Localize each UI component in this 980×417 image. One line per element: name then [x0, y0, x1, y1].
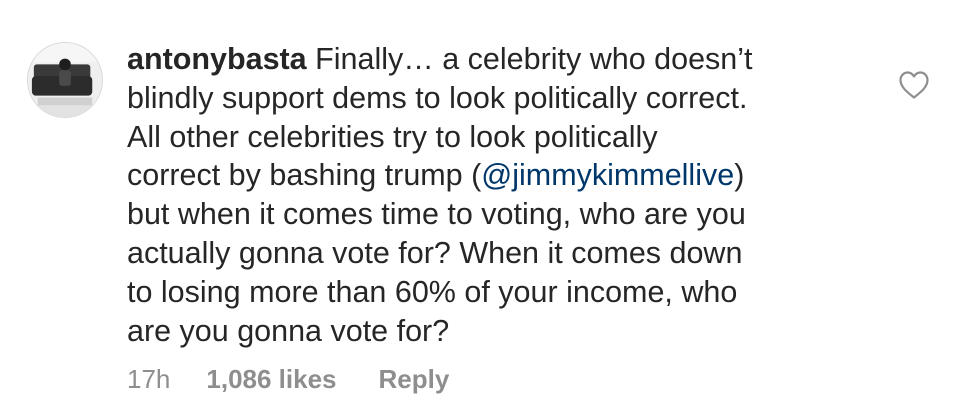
- reply-button[interactable]: Reply: [379, 362, 450, 396]
- comment: antonybasta Finally… a celebrity who doe…: [0, 0, 980, 417]
- avatar-photo: [28, 43, 102, 117]
- comment-text-segment: actually gonna vote for? When it comes d…: [127, 235, 743, 270]
- comment-line: antonybasta Finally… a celebrity who doe…: [127, 40, 857, 79]
- comment-text-segment: but when it comes time to voting, who ar…: [127, 197, 746, 232]
- comment-text-segment: blindly support dems to look politically…: [127, 80, 748, 115]
- comment-text-segment: Finally… a celebrity who doesn’t: [315, 42, 753, 76]
- comment-line: blindly support dems to look politically…: [127, 79, 857, 118]
- comment-line: to losing more than 60% of your income, …: [127, 273, 857, 312]
- comment-timestamp[interactable]: 17h: [127, 362, 170, 396]
- comment-line: but when it comes time to voting, who ar…: [127, 195, 857, 234]
- comment-text: antonybasta Finally… a celebrity who doe…: [127, 40, 857, 350]
- avatar[interactable]: [27, 42, 103, 118]
- comment-line: All other celebrities try to look politi…: [127, 118, 857, 157]
- comment-text-segment: are you gonna vote for?: [127, 313, 450, 348]
- comment-text-segment: correct by bashing trump (: [127, 158, 482, 193]
- comment-line: are you gonna vote for?: [127, 312, 857, 351]
- comment-text-segment: All other celebrities try to look politi…: [127, 119, 658, 154]
- comment-line: correct by bashing trump (@jimmykimmelli…: [127, 156, 857, 195]
- likes-count[interactable]: 1,086 likes: [206, 362, 336, 396]
- heart-outline-icon[interactable]: [898, 70, 930, 100]
- comment-text-segment: to losing more than 60% of your income, …: [127, 274, 738, 309]
- comment-meta: 17h 1,086 likes Reply: [127, 362, 449, 396]
- mention-link[interactable]: @jimmykimmellive: [481, 158, 734, 192]
- comment-line: actually gonna vote for? When it comes d…: [127, 234, 857, 273]
- comment-text-segment: ): [734, 158, 745, 193]
- username-link[interactable]: antonybasta: [127, 42, 307, 76]
